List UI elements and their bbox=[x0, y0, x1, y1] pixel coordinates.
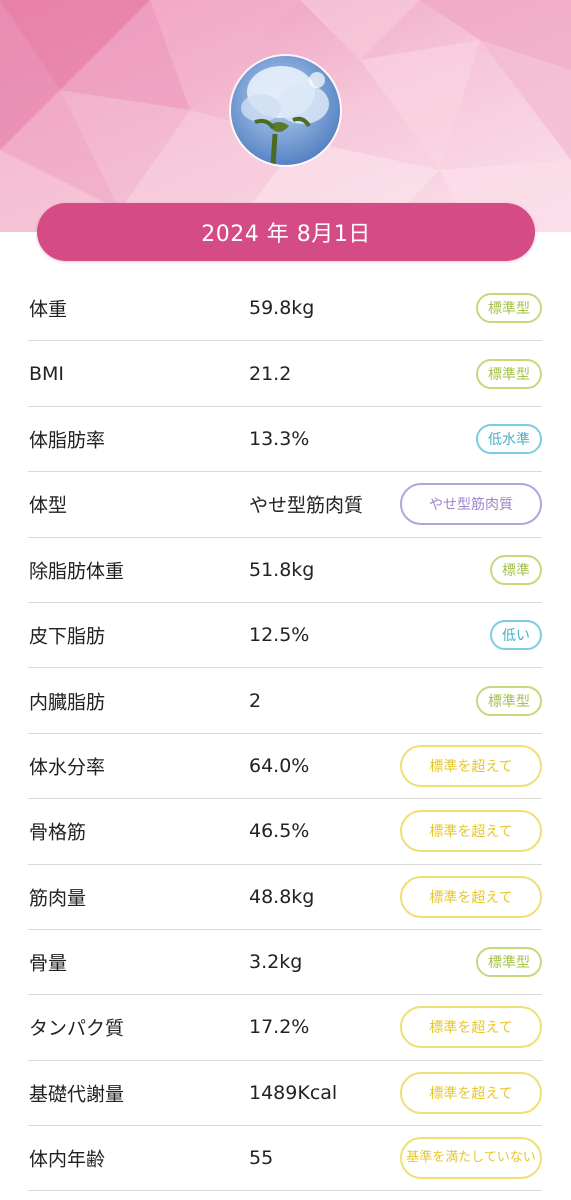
metric-row-muscle-mass[interactable]: 筋肉量 48.8kg 標準を超えて bbox=[28, 865, 542, 930]
metric-value: やせ型筋肉質 bbox=[249, 494, 364, 517]
metric-value: 12.5% bbox=[249, 624, 310, 647]
metric-value: 59.8kg bbox=[249, 297, 315, 320]
metric-value: 64.0% bbox=[249, 754, 310, 777]
metric-row-skeletal-muscle[interactable]: 骨格筋 46.5% 標準を超えて bbox=[28, 799, 542, 865]
metric-label: 体内年齢 bbox=[29, 1148, 106, 1171]
metric-row-subcutaneous-fat[interactable]: 皮下脂肪 12.5% 低い bbox=[28, 603, 542, 669]
status-badge: 標準を超えて bbox=[400, 744, 542, 787]
metric-row-body-type[interactable]: 体型 やせ型筋肉質 やせ型筋肉質 bbox=[28, 472, 542, 538]
metric-row-body-age[interactable]: 体内年齢 55 基準を満たしていない bbox=[28, 1126, 542, 1192]
metric-row-basal-metabolism[interactable]: 基礎代謝量 1489Kcal 標準を超えて bbox=[28, 1061, 542, 1127]
metric-row-weight[interactable]: 体重 59.8kg 標準型 bbox=[28, 276, 542, 342]
metric-label: 体型 bbox=[29, 494, 68, 517]
metric-label: 内臓脂肪 bbox=[29, 691, 106, 714]
flower-photo-avatar-icon bbox=[231, 56, 340, 165]
status-badge: 標準を超えて bbox=[400, 875, 542, 918]
metric-label: 基礎代謝量 bbox=[29, 1083, 125, 1106]
metric-row-lean-body-mass[interactable]: 除脂肪体重 51.8kg 標準 bbox=[28, 538, 542, 603]
metric-value: 55 bbox=[249, 1147, 274, 1170]
metric-value: 48.8kg bbox=[249, 885, 315, 908]
status-badge: 標準型 bbox=[476, 293, 542, 324]
metric-label: 除脂肪体重 bbox=[29, 560, 125, 583]
metric-value: 46.5% bbox=[249, 820, 310, 843]
status-badge: 基準を満たしていない bbox=[400, 1137, 542, 1180]
status-badge: 標準型 bbox=[476, 685, 542, 716]
metric-label: 皮下脂肪 bbox=[29, 625, 106, 648]
metric-row-bmi[interactable]: BMI 21.2 標準型 bbox=[28, 341, 542, 407]
date-label: 2024 年 8月1日 bbox=[201, 222, 371, 247]
metric-label: タンパク質 bbox=[29, 1017, 125, 1040]
date-header[interactable]: 2024 年 8月1日 bbox=[37, 203, 535, 261]
body-composition-screen: 2024 年 8月1日 体重 59.8kg 標準型 BMI 21.2 標準型 体脂肪率 13.… bbox=[0, 0, 571, 1200]
metric-value: 3.2kg bbox=[249, 951, 303, 974]
metric-row-body-fat-rate[interactable]: 体脂肪率 13.3% 低水準 bbox=[28, 407, 542, 473]
status-badge: 標準を超えて bbox=[400, 1071, 542, 1114]
metric-label: 筋肉量 bbox=[29, 887, 87, 910]
metric-label: 骨格筋 bbox=[29, 821, 87, 844]
metric-label: BMI bbox=[29, 362, 65, 385]
status-badge: 低水準 bbox=[476, 423, 542, 454]
metric-label: 体重 bbox=[29, 298, 68, 321]
metric-value: 2 bbox=[249, 689, 262, 712]
metric-row-protein[interactable]: タンパク質 17.2% 標準を超えて bbox=[28, 995, 542, 1061]
metric-value: 17.2% bbox=[249, 1016, 310, 1039]
metrics-list: 体重 59.8kg 標準型 BMI 21.2 標準型 体脂肪率 13.3% 低水準 体型 やせ型筋肉… bbox=[28, 276, 542, 1192]
status-badge: 標準を超えて bbox=[400, 810, 542, 853]
metric-label: 体水分率 bbox=[29, 756, 106, 779]
status-badge: やせ型筋肉質 bbox=[400, 483, 542, 526]
profile-avatar[interactable] bbox=[229, 54, 342, 167]
metric-value: 51.8kg bbox=[249, 558, 315, 581]
status-badge: 標準型 bbox=[476, 947, 542, 978]
metric-value: 21.2 bbox=[249, 362, 292, 385]
status-badge: 標準型 bbox=[476, 358, 542, 389]
status-badge: 標準 bbox=[490, 554, 542, 585]
metric-row-body-water-rate[interactable]: 体水分率 64.0% 標準を超えて bbox=[28, 734, 542, 800]
metric-label: 体脂肪率 bbox=[29, 429, 106, 452]
status-badge: 低い bbox=[490, 620, 542, 651]
status-badge: 標準を超えて bbox=[400, 1006, 542, 1049]
metric-value: 13.3% bbox=[249, 427, 310, 450]
metric-value: 1489Kcal bbox=[249, 1081, 338, 1104]
metric-row-bone-mass[interactable]: 骨量 3.2kg 標準型 bbox=[28, 930, 542, 996]
metric-label: 骨量 bbox=[29, 952, 68, 975]
metric-row-visceral-fat[interactable]: 内臓脂肪 2 標準型 bbox=[28, 668, 542, 734]
